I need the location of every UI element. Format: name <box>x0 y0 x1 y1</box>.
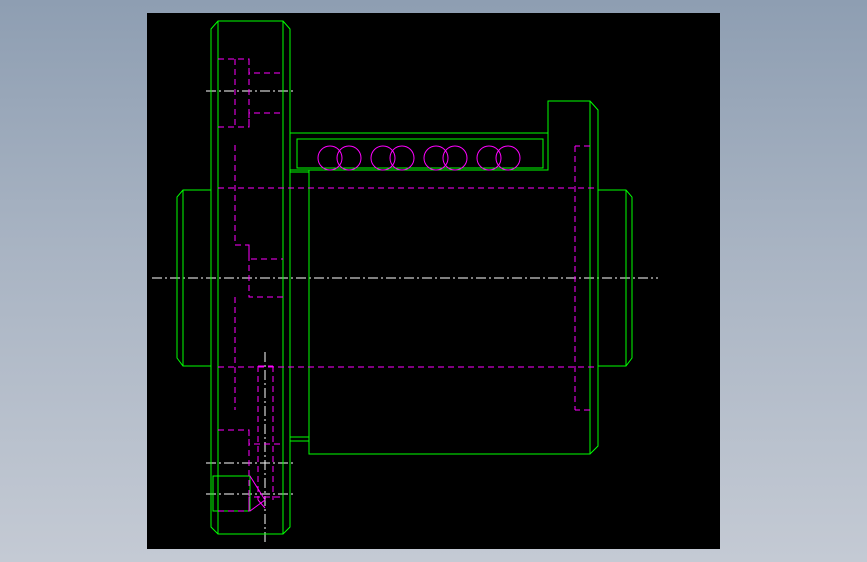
return-tube-inner <box>296 138 544 169</box>
ball-1 <box>317 145 343 171</box>
hidden-edges <box>218 58 598 512</box>
ball-6 <box>442 145 468 171</box>
cad-drawing <box>152 20 658 544</box>
ball-5 <box>423 145 449 171</box>
ball-7 <box>476 145 502 171</box>
ball-4 <box>389 145 415 171</box>
ball-2 <box>336 145 362 171</box>
ball-circuit <box>317 145 521 171</box>
top-hole-hidden <box>218 58 283 128</box>
ball-8 <box>495 145 521 171</box>
ball-3 <box>370 145 396 171</box>
